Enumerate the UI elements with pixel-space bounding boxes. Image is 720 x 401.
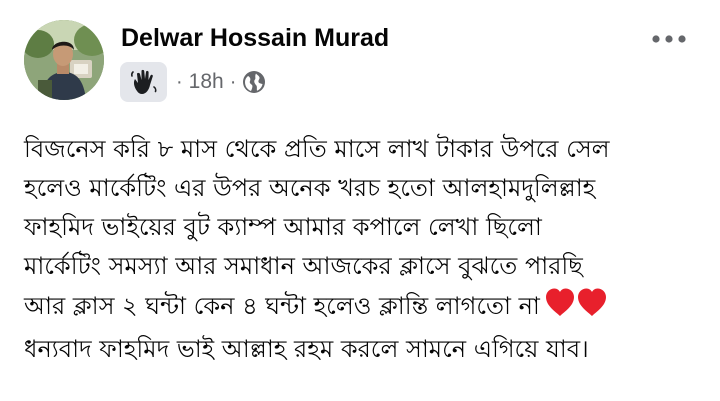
post-timestamp[interactable]: 18h — [189, 70, 224, 94]
red-heart-icon — [545, 288, 574, 316]
avatar-photo — [24, 20, 104, 100]
wave-badge[interactable] — [120, 62, 167, 102]
post-text-line: ধন্যবাদ ফাহমিদ ভাই আল্লাহ রহম করলে সামনে… — [24, 335, 589, 363]
post-text-line: ফাহমিদ ভাইয়ের বুট ক্যাম্প আমার কপালে লে… — [24, 213, 542, 241]
red-heart-icon — [577, 288, 606, 316]
more-horizontal-icon — [652, 35, 686, 43]
meta-separator: · — [229, 70, 237, 93]
heart-emojis — [544, 286, 608, 330]
author-name[interactable]: Delwar Hossain Murad — [121, 21, 389, 55]
post-header: Delwar Hossain Murad · 18h · — [0, 0, 720, 110]
meta-separator: · — [176, 70, 183, 93]
post-text-line: হলেও মার্কেটিং এর উপর অনেক খরচ হতো আলহাম… — [24, 174, 596, 202]
avatar[interactable] — [24, 20, 104, 100]
post-text-line: আর ক্লাস ২ ঘন্টা কেন ৪ ঘন্টা হলেও ক্লান্… — [24, 292, 540, 320]
post-meta: · 18h · — [120, 62, 266, 102]
post-text-line: মার্কেটিং সমস্যা আর সমাধান আজকের ক্লাসে … — [24, 252, 583, 280]
waving-hand-icon — [130, 69, 156, 94]
post-text-line-with-hearts: আর ক্লাস ২ ঘন্টা কেন ৪ ঘন্টা হলেও ক্লান্… — [24, 286, 694, 330]
globe-icon[interactable] — [242, 70, 266, 94]
post-text: বিজনেস করি ৮ মাস থেকে প্রতি মাসে লাখ টাক… — [24, 130, 694, 369]
post-text-line: বিজনেস করি ৮ মাস থেকে প্রতি মাসে লাখ টাক… — [24, 135, 610, 163]
facebook-post: Delwar Hossain Murad · 18h · বিজনেস করি … — [0, 0, 720, 401]
more-options-button[interactable] — [645, 24, 693, 54]
